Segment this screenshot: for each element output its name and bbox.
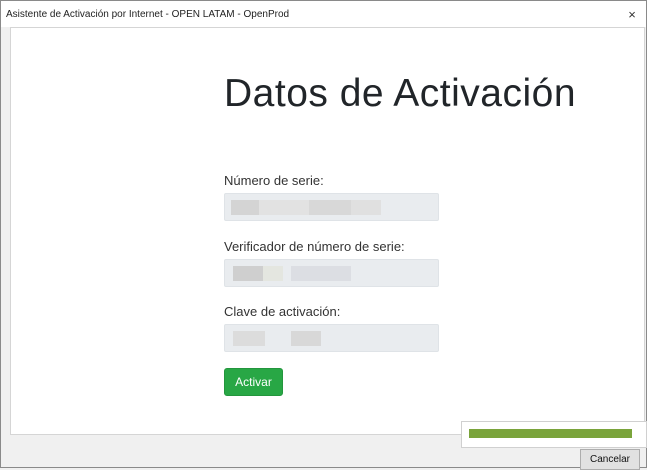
- progress-fill: [469, 429, 632, 438]
- redacted-block: [309, 200, 351, 215]
- redacted-block: [233, 266, 263, 281]
- page-title: Datos de Activación: [224, 72, 577, 115]
- title-bar: Asistente de Activación por Internet - O…: [1, 1, 646, 27]
- activate-button[interactable]: Activar: [224, 368, 283, 396]
- redacted-block: [231, 200, 259, 215]
- activation-key-label: Clave de activación:: [224, 304, 341, 319]
- activation-panel: Datos de Activación Número de serie: Ver…: [10, 27, 645, 435]
- serial-verifier-field[interactable]: [224, 259, 439, 287]
- cancel-button[interactable]: Cancelar: [580, 449, 640, 470]
- serial-number-field[interactable]: [224, 193, 439, 221]
- progress-bar: [461, 421, 647, 448]
- redacted-block: [233, 331, 265, 346]
- activation-key-field[interactable]: [224, 324, 439, 352]
- close-button[interactable]: ×: [618, 1, 646, 27]
- serial-number-label: Número de serie:: [224, 173, 324, 188]
- window-title: Asistente de Activación por Internet - O…: [6, 9, 290, 20]
- redacted-block: [263, 266, 283, 281]
- serial-verifier-label: Verificador de número de serie:: [224, 239, 405, 254]
- redacted-block: [351, 200, 381, 215]
- redacted-block: [291, 331, 321, 346]
- redacted-block: [259, 200, 309, 215]
- close-icon: ×: [628, 6, 636, 22]
- redacted-block: [291, 266, 351, 281]
- activation-wizard-window: Asistente de Activación por Internet - O…: [0, 0, 647, 470]
